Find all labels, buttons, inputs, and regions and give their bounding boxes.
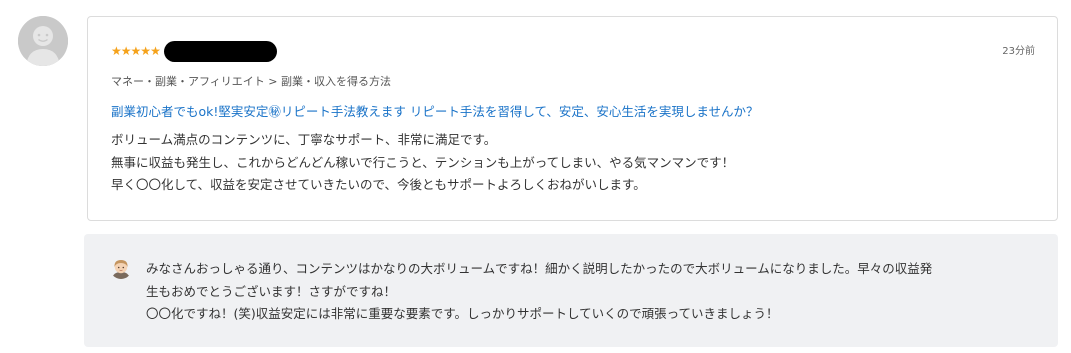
star-rating: ★ ★ ★ ★ ★ (111, 44, 161, 58)
reviewer-name-redacted (163, 40, 277, 62)
star-icon: ★ (111, 44, 122, 58)
reviewer-avatar[interactable] (18, 16, 68, 66)
review-timestamp: 23分前 (1002, 46, 1035, 57)
review-body-line: ボリューム満点のコンテンツに、丁寧なサポート、非常に満足です。 (111, 132, 497, 147)
seller-avatar[interactable] (110, 257, 132, 279)
reply-line: 生もおめでとうございます！さすがですね！ (146, 283, 397, 299)
reply-line: 〇〇化ですね！(笑)収益安定には非常に重要な要素です。しっかりサポートしていくの… (146, 306, 779, 321)
review-body: ボリューム満点のコンテンツに、丁寧なサポート、非常に満足です。 無事に収益も発生… (111, 129, 734, 197)
review-card: ★ ★ ★ ★ ★ 23分前 マネー・副業・アフィリエイト > 副業・収入を得る… (87, 16, 1058, 221)
default-user-icon (18, 16, 68, 66)
review-body-line: 早く〇〇化して、収益を安定させていきたいので、今後ともサポートよろしくおねがいし… (111, 177, 646, 192)
product-title-link[interactable]: 副業初心者でもok!堅実安定㊙リピート手法教えます リピート手法を習得して、安定… (111, 101, 759, 120)
category-breadcrumb[interactable]: マネー・副業・アフィリエイト > 副業・収入を得る方法 (111, 73, 391, 89)
star-icon: ★ (120, 44, 132, 58)
reply-line: みなさんおっしゃる通り、コンテンツはかなりの大ボリュームですね！細かく説明したか… (146, 261, 933, 276)
review-body-line: 無事に収益も発生し、これからどんどん稼いで行こうと、テンションも上がってしまい、… (111, 154, 735, 170)
rating-row: ★ ★ ★ ★ ★ (111, 40, 277, 62)
seller-avatar-icon (110, 257, 132, 279)
star-icon: ★ (130, 44, 142, 58)
star-icon: ★ (150, 44, 161, 58)
seller-reply: みなさんおっしゃる通り、コンテンツはかなりの大ボリュームですね！細かく説明したか… (84, 234, 1058, 347)
star-icon: ★ (140, 44, 151, 58)
reply-text: みなさんおっしゃる通り、コンテンツはかなりの大ボリュームですね！細かく説明したか… (146, 258, 1046, 326)
